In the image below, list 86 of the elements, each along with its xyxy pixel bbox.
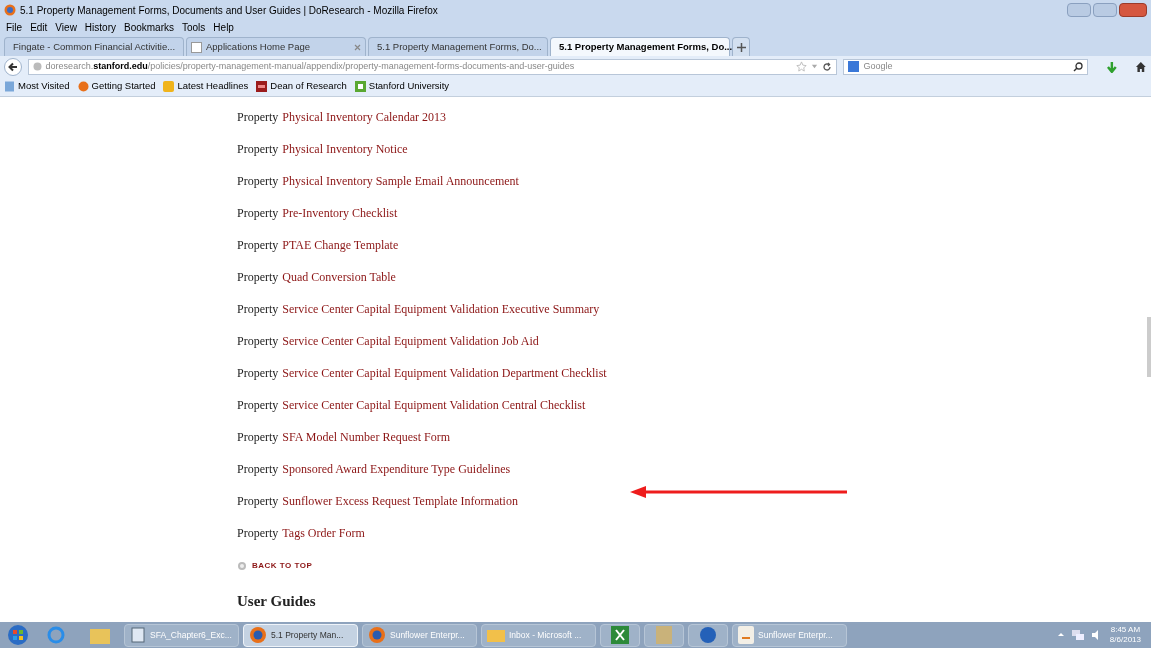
bookmark-item[interactable]: Most Visited	[4, 79, 70, 94]
document-link[interactable]: SFA Model Number Request Form	[282, 429, 451, 446]
reload-icon[interactable]	[822, 61, 833, 72]
windows-logo-icon	[7, 624, 29, 646]
label-text: Property	[237, 237, 279, 254]
document-link[interactable]: Sponsored Award Expenditure Type Guidelines	[282, 461, 511, 478]
star-icon[interactable]	[796, 61, 808, 72]
document-link[interactable]: Service Center Capital Equipment Validation Executive Summary	[282, 301, 600, 318]
document-icon	[130, 627, 146, 643]
menu-item[interactable]: Tools	[182, 20, 206, 35]
site-icon	[354, 81, 366, 92]
back-button[interactable]	[4, 57, 22, 76]
plus-icon	[736, 42, 746, 52]
document-link[interactable]: Tags Order Form	[282, 525, 365, 542]
document-link[interactable]: Physical Inventory Notice	[282, 141, 408, 158]
new-tab-button[interactable]	[732, 37, 750, 56]
bookmark-item[interactable]: Dean of Research	[256, 79, 347, 94]
firefox-icon	[4, 4, 16, 16]
page-icon	[4, 81, 15, 92]
menu-item[interactable]: View	[55, 20, 77, 35]
close-icon	[354, 43, 361, 51]
label-text: Property	[237, 333, 279, 350]
taskbar-button[interactable]: 5.1 Property Man...	[243, 623, 358, 647]
back-arrow-icon	[7, 61, 18, 72]
document-link[interactable]: Service Center Capital Equipment Validation Central Checklist	[282, 397, 586, 414]
bookmark-item[interactable]: Stanford University	[354, 79, 450, 94]
search-engine-icon	[848, 61, 860, 72]
browser-tab[interactable]: Fingate - Common Financial Activitie...	[4, 37, 184, 56]
close-button[interactable]	[1119, 3, 1147, 17]
menu-item[interactable]: File	[6, 20, 23, 35]
document-link[interactable]: Pre-Inventory Checklist	[282, 205, 398, 222]
firefox-icon	[368, 626, 386, 644]
section-heading: User Guides	[236, 592, 317, 611]
menu-item[interactable]: Help	[213, 20, 234, 35]
document-link[interactable]: Quad Conversion Table	[282, 269, 396, 286]
menu-item[interactable]: Bookmarks	[124, 20, 174, 35]
search-input[interactable]: Google	[863, 59, 1069, 74]
taskbar-button[interactable]	[600, 623, 640, 647]
label-text: Property	[237, 461, 279, 478]
firefox-icon	[77, 81, 89, 92]
document-link[interactable]: Service Center Capital Equipment Validation Department Checklist	[282, 365, 607, 382]
browser-tab[interactable]: 5.1 Property Management Forms, Do...	[550, 37, 730, 56]
document-link[interactable]: Sunflower Excess Request Template Information	[282, 493, 518, 510]
label-text: Property	[237, 141, 279, 158]
restore-button[interactable]	[1093, 3, 1117, 17]
caret-icon	[1057, 632, 1064, 638]
menu-item[interactable]: History	[84, 20, 116, 35]
bookmark-item[interactable]: Latest Headlines	[163, 79, 249, 94]
label-text: Property	[237, 205, 279, 222]
page-icon	[191, 41, 202, 53]
scrollbar[interactable]	[1147, 317, 1151, 377]
download-arrow-icon[interactable]	[1105, 60, 1118, 73]
browser-icon	[46, 625, 66, 645]
firefox-icon	[249, 626, 267, 644]
search-icon[interactable]	[1072, 61, 1083, 72]
document-link[interactable]: Physical Inventory Sample Email Announcement	[282, 173, 519, 190]
taskbar-button[interactable]	[688, 623, 728, 647]
back-to-top-link[interactable]: BACK TO TOP	[252, 560, 313, 572]
minimize-button[interactable]	[1067, 3, 1091, 17]
folder-icon	[90, 626, 110, 644]
label-text: Property	[237, 493, 279, 510]
search-field[interactable]: Google	[843, 58, 1088, 75]
label-text: Property	[237, 269, 279, 286]
label-text: Property	[237, 173, 279, 190]
label-text: Property	[237, 525, 279, 542]
menu-item[interactable]: Edit	[30, 20, 48, 35]
document-link[interactable]: Physical Inventory Calendar 2013	[282, 109, 446, 126]
url-text: doresearch.stanford.edu/policies/property-management-manual/appendix/property-management-forms-documents-and-user-guides	[45, 59, 575, 73]
label-text: Property	[237, 365, 279, 382]
home-icon[interactable]	[1135, 60, 1147, 73]
address-field[interactable]: doresearch.stanford.edu/policies/property-management-manual/appendix/property-management-forms-documents-and-user-guides	[27, 58, 838, 75]
site-icon	[256, 81, 268, 92]
label-text: Property	[237, 109, 279, 126]
browser-tab[interactable]: 5.1 Property Management Forms, Do...	[368, 37, 548, 56]
window-title: 5.1 Property Management Forms, Documents and User Guides | DoResearch - Mozilla Firefox	[20, 3, 438, 18]
label-text: Property	[237, 301, 279, 318]
bookmark-item[interactable]: Getting Started	[77, 79, 156, 94]
browser-tab[interactable]: Applications Home Page	[186, 37, 366, 56]
document-link[interactable]: PTAE Change Template	[282, 237, 399, 254]
network-icon	[1071, 630, 1084, 640]
dropdown-icon[interactable]	[811, 63, 819, 70]
up-circle-icon	[237, 561, 247, 571]
spreadsheet-icon	[611, 626, 629, 644]
document-link[interactable]: Service Center Capital Equipment Validation Job Aid	[282, 333, 539, 350]
label-text: Property	[237, 429, 279, 446]
label-text: Property	[237, 397, 279, 414]
